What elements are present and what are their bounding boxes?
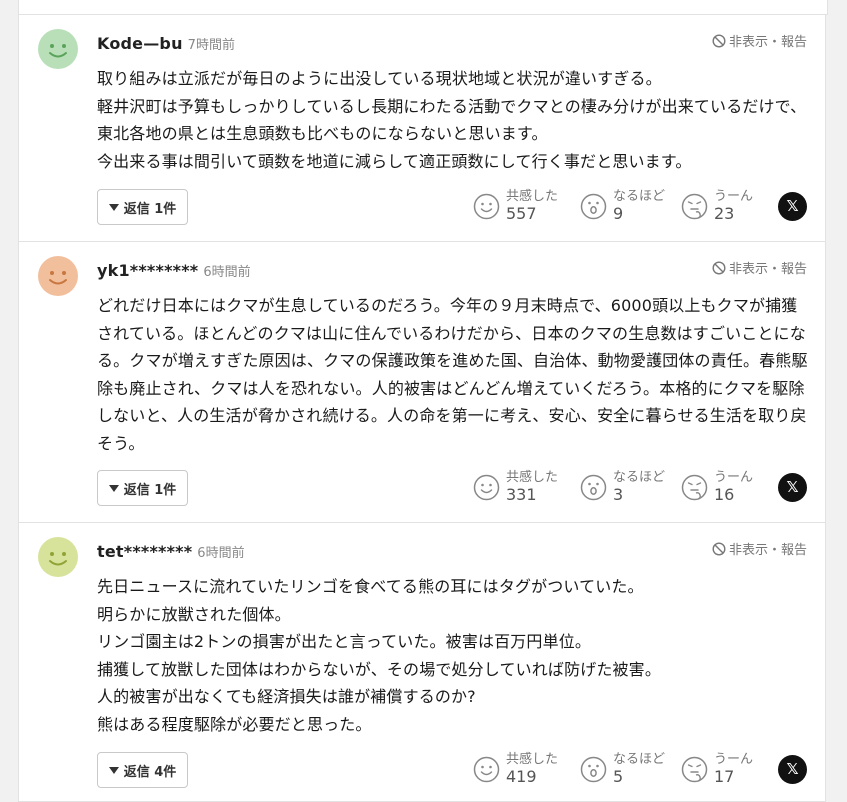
x-share-icon[interactable]: 𝕏 <box>778 472 807 502</box>
x-share-icon[interactable]: 𝕏 <box>778 191 807 221</box>
reaction-label: 共感した <box>506 752 559 767</box>
hide-report-button[interactable]: 非表示・報告 <box>712 258 807 277</box>
thinking-reaction-icon <box>681 474 708 500</box>
surprised-reaction-icon <box>580 193 607 219</box>
reaction-label: うーん <box>714 470 754 485</box>
avatar[interactable] <box>38 256 78 296</box>
reaction-label: うーん <box>714 752 754 767</box>
comment-author: yk1******** 6時間前 <box>97 261 251 280</box>
reply-toggle-button[interactable]: 返信 1件 <box>97 470 188 506</box>
reaction-count: 9 <box>613 204 624 223</box>
smile-reaction-icon <box>473 474 500 500</box>
reply-count-label: 返信 4件 <box>123 764 177 780</box>
hide-report-button[interactable]: 非表示・報告 <box>712 539 807 558</box>
reaction-label: 共感した <box>506 470 559 485</box>
smiley-avatar-icon <box>38 29 78 69</box>
reaction-label: なるほど <box>613 470 666 485</box>
caret-down-icon <box>108 766 119 774</box>
reaction-label: なるほど <box>613 189 666 204</box>
caret-down-icon <box>108 203 119 211</box>
hide-report-label: 非表示・報告 <box>728 35 807 50</box>
reaction-bar: 共感した 557 なるほど 9 うーん 23 𝕏 <box>473 189 807 223</box>
avatar[interactable] <box>38 537 78 577</box>
doubtful-reaction-button[interactable]: うーん 17 <box>681 752 760 786</box>
smiley-avatar-icon <box>38 537 78 577</box>
reaction-count: 23 <box>714 204 735 223</box>
ban-icon <box>712 33 726 48</box>
surprised-reaction-icon <box>580 474 607 500</box>
reaction-count: 3 <box>613 485 624 504</box>
reaction-count: 557 <box>506 204 537 223</box>
reaction-bar: 共感した 331 なるほど 3 うーん 16 𝕏 <box>473 470 807 504</box>
empathy-reaction-button[interactable]: 共感した 557 <box>473 189 566 223</box>
comment-time: 6時間前 <box>197 546 245 561</box>
doubtful-reaction-button[interactable]: うーん 23 <box>681 189 760 223</box>
hide-report-label: 非表示・報告 <box>728 543 807 558</box>
comment-list: Kode—bu 7時間前 非表示・報告 取り組みは立派だが毎日のように出没してい… <box>18 15 826 802</box>
reply-count-label: 返信 1件 <box>123 482 177 498</box>
comment-author: tet******** 6時間前 <box>97 542 245 561</box>
x-share-icon[interactable]: 𝕏 <box>778 754 807 784</box>
smiley-avatar-icon <box>38 256 78 296</box>
insightful-reaction-button[interactable]: なるほど 5 <box>580 752 667 786</box>
previous-comment-edge <box>18 0 828 15</box>
doubtful-reaction-button[interactable]: うーん 16 <box>681 470 760 504</box>
reaction-label: なるほど <box>613 752 666 767</box>
comment-body: 先日ニュースに流れていたリンゴを食べてる熊の耳にはタグがついていた。 明らかに放… <box>97 577 661 734</box>
reply-toggle-button[interactable]: 返信 4件 <box>97 752 188 788</box>
username[interactable]: yk1******** <box>97 261 198 280</box>
insightful-reaction-button[interactable]: なるほど 9 <box>580 189 667 223</box>
thinking-reaction-icon <box>681 756 708 782</box>
surprised-reaction-icon <box>580 756 607 782</box>
comment-body: 取り組みは立派だが毎日のように出没している現状地域と状況が違いすぎる。 軽井沢町… <box>97 69 807 171</box>
smile-reaction-icon <box>473 193 500 219</box>
thinking-reaction-icon <box>681 193 708 219</box>
comment-item: Kode—bu 7時間前 非表示・報告 取り組みは立派だが毎日のように出没してい… <box>18 15 826 242</box>
comment-body: どれだけ日本にはクマが生息しているのだろう。今年の９月末時点で、6000頭以上も… <box>97 296 808 453</box>
avatar[interactable] <box>38 29 78 69</box>
smile-reaction-icon <box>473 756 500 782</box>
reaction-label: うーん <box>714 189 754 204</box>
reaction-count: 5 <box>613 767 624 786</box>
hide-report-button[interactable]: 非表示・報告 <box>712 31 807 50</box>
reply-count-label: 返信 1件 <box>123 201 177 217</box>
caret-down-icon <box>108 484 119 492</box>
reply-toggle-button[interactable]: 返信 1件 <box>97 189 188 225</box>
comment-item: yk1******** 6時間前 非表示・報告 どれだけ日本にはクマが生息してい… <box>18 242 826 523</box>
comment-time: 6時間前 <box>203 265 251 280</box>
empathy-reaction-button[interactable]: 共感した 331 <box>473 470 566 504</box>
comment-time: 7時間前 <box>187 38 235 53</box>
comment-item: tet******** 6時間前 非表示・報告 先日ニュースに流れていたリンゴを… <box>18 523 826 802</box>
reaction-count: 331 <box>506 485 537 504</box>
reaction-count: 16 <box>714 485 735 504</box>
username[interactable]: tet******** <box>97 542 192 561</box>
hide-report-label: 非表示・報告 <box>728 262 807 277</box>
comment-author: Kode—bu 7時間前 <box>97 34 235 53</box>
reaction-count: 419 <box>506 767 537 786</box>
reaction-bar: 共感した 419 なるほど 5 うーん 17 𝕏 <box>473 752 807 786</box>
reaction-label: 共感した <box>506 189 559 204</box>
username[interactable]: Kode—bu <box>97 34 183 53</box>
insightful-reaction-button[interactable]: なるほど 3 <box>580 470 667 504</box>
empathy-reaction-button[interactable]: 共感した 419 <box>473 752 566 786</box>
reaction-count: 17 <box>714 767 735 786</box>
ban-icon <box>712 260 726 275</box>
ban-icon <box>712 541 726 556</box>
